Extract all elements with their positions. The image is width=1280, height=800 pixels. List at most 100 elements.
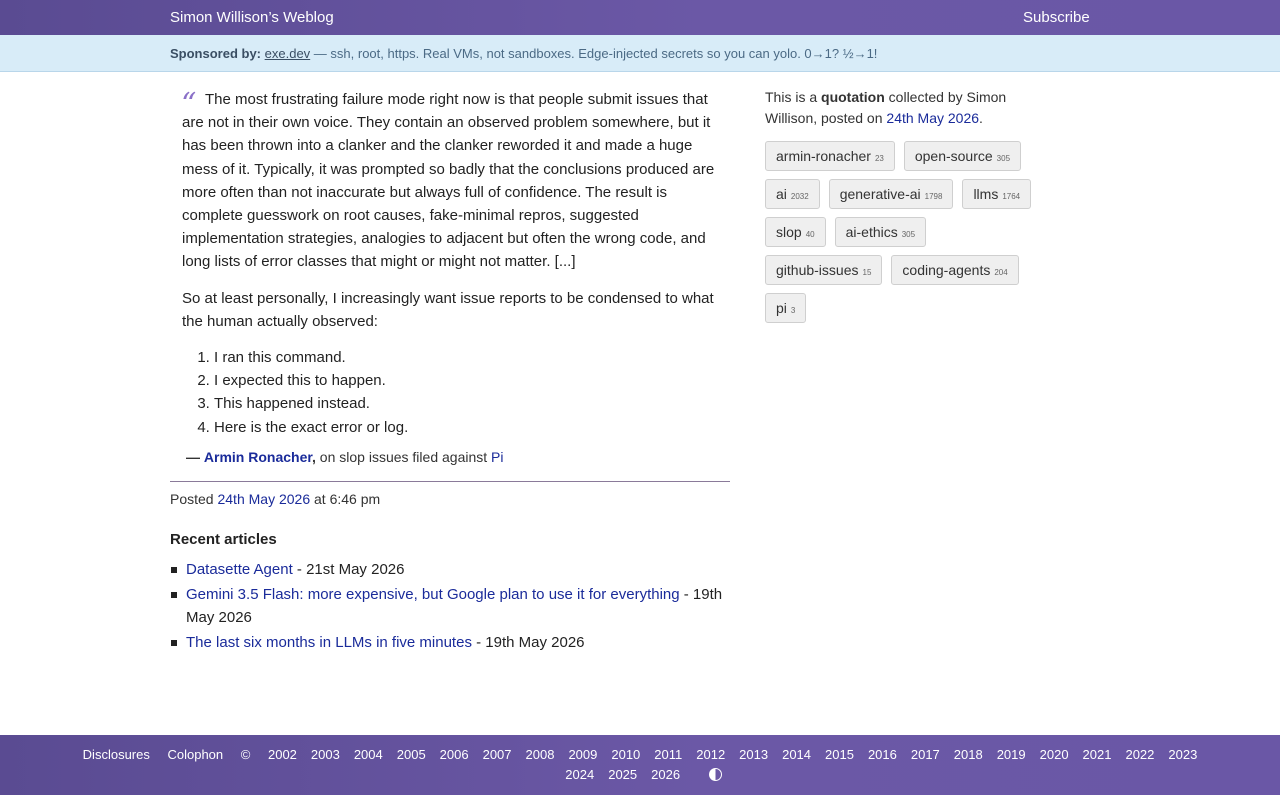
year-link-2015[interactable]: 2015 (825, 747, 854, 762)
quote-citation: — Armin Ronacher, on slop issues filed a… (186, 449, 730, 465)
tag-github-issues[interactable]: github-issues 15 (765, 255, 883, 285)
site-footer: Disclosures Colophon © 2002 2003 2004 2005 2… (0, 735, 1280, 795)
tag-label: github-issues (776, 262, 859, 278)
quote-list-item: I ran this command. (214, 346, 730, 369)
recent-article-link[interactable]: The last six months in LLMs in five minu… (186, 634, 472, 651)
quote-list-item: Here is the exact error or log. (214, 416, 730, 439)
footer-row: Disclosures Colophon © 2002 2003 2004 2005 2… (0, 747, 1280, 762)
tag-armin-ronacher[interactable]: armin-ronacher 23 (765, 141, 895, 171)
tag-count: 1764 (1002, 192, 1021, 201)
tag-slop[interactable]: slop 40 (765, 217, 826, 247)
recent-article-date: - 19th May 2026 (471, 633, 585, 651)
tag-label: armin-ronacher (776, 148, 871, 164)
sponsor-label: Sponsored by: (170, 46, 262, 61)
footer-row: 2024 2025 2026 (0, 767, 1280, 782)
disclosures-link[interactable]: Disclosures (83, 747, 150, 762)
contrast-toggle-icon[interactable] (708, 768, 722, 781)
cite-text: on slop issues filed against (315, 448, 492, 465)
tag-generative-ai[interactable]: generative-ai 1798 (828, 179, 954, 209)
posted-time: at 6:46 pm (310, 490, 381, 507)
year-link-2017[interactable]: 2017 (911, 747, 940, 762)
year-link-2010[interactable]: 2010 (611, 747, 640, 762)
year-link-2002[interactable]: 2002 (268, 747, 297, 762)
tag-count: 305 (901, 230, 916, 239)
year-link-2023[interactable]: 2023 (1168, 747, 1197, 762)
year-link-2018[interactable]: 2018 (954, 747, 983, 762)
year-link-2021[interactable]: 2021 (1083, 747, 1112, 762)
quote-list: I ran this command. I expected this to h… (214, 346, 730, 439)
tag-coding-agents[interactable]: coding-agents 204 (891, 255, 1019, 285)
quote-paragraph-1: The most frustrating failure mode right … (182, 91, 715, 271)
tag-count: 3 (790, 306, 796, 315)
recent-articles-list: Datasette Agent - 21st May 2026 Gemini 3… (170, 558, 730, 654)
tag-count: 23 (874, 154, 884, 163)
year-link-2020[interactable]: 2020 (1040, 747, 1069, 762)
quote-paragraph-2: So at least personally, I increasingly w… (182, 289, 714, 330)
tag-ai-ethics[interactable]: ai-ethics 305 (834, 217, 927, 247)
tag-count: 40 (805, 230, 815, 239)
year-link-2005[interactable]: 2005 (397, 747, 426, 762)
recent-article-date: - 21st May 2026 (292, 560, 405, 578)
blockquote: “ The most frustrating failure mode righ… (170, 88, 730, 439)
year-link-2006[interactable]: 2006 (440, 747, 469, 762)
recent-article-link[interactable]: Gemini 3.5 Flash: more expensive, but Go… (186, 586, 680, 603)
colophon-link[interactable]: Colophon (167, 747, 223, 762)
year-link-2026[interactable]: 2026 (651, 767, 680, 782)
site-title-link[interactable]: Simon Willison’s Weblog (170, 9, 334, 26)
tag-label: ai-ethics (845, 224, 898, 240)
year-link-2025[interactable]: 2025 (608, 767, 637, 782)
tag-label: llms (973, 186, 999, 202)
year-link-2024[interactable]: 2024 (565, 767, 594, 782)
cite-author-link[interactable]: Armin Ronacher (204, 449, 312, 465)
tag-llms[interactable]: llms 1764 (962, 179, 1032, 209)
sidebar: This is a quotation collected by Simon W… (765, 87, 1045, 323)
divider (170, 480, 730, 482)
desc-pre: This is a (765, 89, 822, 105)
tag-ai[interactable]: ai 2032 (765, 179, 820, 209)
year-link-2004[interactable]: 2004 (354, 747, 383, 762)
posted-date-link[interactable]: 24th May 2026 (217, 491, 310, 507)
quote-list-item: This happened instead. (214, 392, 730, 415)
sponsor-text: — ssh, root, https. Real VMs, not sandbo… (310, 46, 878, 61)
desc-end: . (979, 110, 983, 126)
tag-label: coding-agents (902, 262, 991, 278)
tag-pi[interactable]: pi 3 (765, 293, 807, 323)
cite-pi-link[interactable]: Pi (491, 449, 503, 465)
subscribe-link[interactable]: Subscribe (1023, 9, 1090, 26)
tag-count: 15 (862, 268, 872, 277)
tag-count: 204 (994, 268, 1008, 277)
year-link-2008[interactable]: 2008 (526, 747, 555, 762)
list-item: Gemini 3.5 Flash: more expensive, but Go… (170, 583, 730, 629)
cite-dash: — (186, 448, 200, 465)
year-link-2019[interactable]: 2019 (997, 747, 1026, 762)
desc-kind: quotation (821, 89, 885, 105)
recent-articles-heading: Recent articles (170, 530, 277, 548)
list-item: The last six months in LLMs in five minu… (170, 631, 730, 654)
posted-line: Posted 24th May 2026 at 6:46 pm (170, 491, 730, 507)
tag-open-source[interactable]: open-source 305 (903, 141, 1022, 171)
quote-mark-icon: “ (181, 87, 197, 122)
tag-label: open-source (914, 148, 993, 164)
sponsor-link[interactable]: exe.dev (265, 46, 311, 61)
sponsor-banner: Sponsored by: exe.dev — ssh, root, https… (0, 35, 1280, 72)
year-link-2011[interactable]: 2011 (654, 747, 682, 762)
tag-count: 1798 (924, 192, 943, 201)
tag-list: armin-ronacher 23 open-source 305 ai 2032 g… (765, 141, 1045, 323)
tag-count: 2032 (790, 192, 809, 201)
recent-article-link[interactable]: Datasette Agent (186, 561, 293, 578)
list-item: Datasette Agent - 21st May 2026 (170, 558, 730, 581)
tag-label: ai (776, 186, 787, 202)
year-link-2013[interactable]: 2013 (739, 747, 768, 762)
year-link-2012[interactable]: 2012 (696, 747, 725, 762)
sidebar-date-link[interactable]: 24th May 2026 (886, 110, 979, 126)
quote-list-item: I expected this to happen. (214, 369, 730, 392)
year-link-2022[interactable]: 2022 (1125, 747, 1154, 762)
sidebar-description: This is a quotation collected by Simon W… (765, 87, 1045, 129)
tag-count: 305 (996, 154, 1011, 163)
year-link-2016[interactable]: 2016 (868, 747, 897, 762)
site-header: Simon Willison’s Weblog Subscribe (0, 0, 1280, 35)
year-link-2007[interactable]: 2007 (483, 747, 512, 762)
year-link-2014[interactable]: 2014 (782, 747, 811, 762)
year-link-2003[interactable]: 2003 (311, 747, 340, 762)
year-link-2009[interactable]: 2009 (568, 747, 597, 762)
